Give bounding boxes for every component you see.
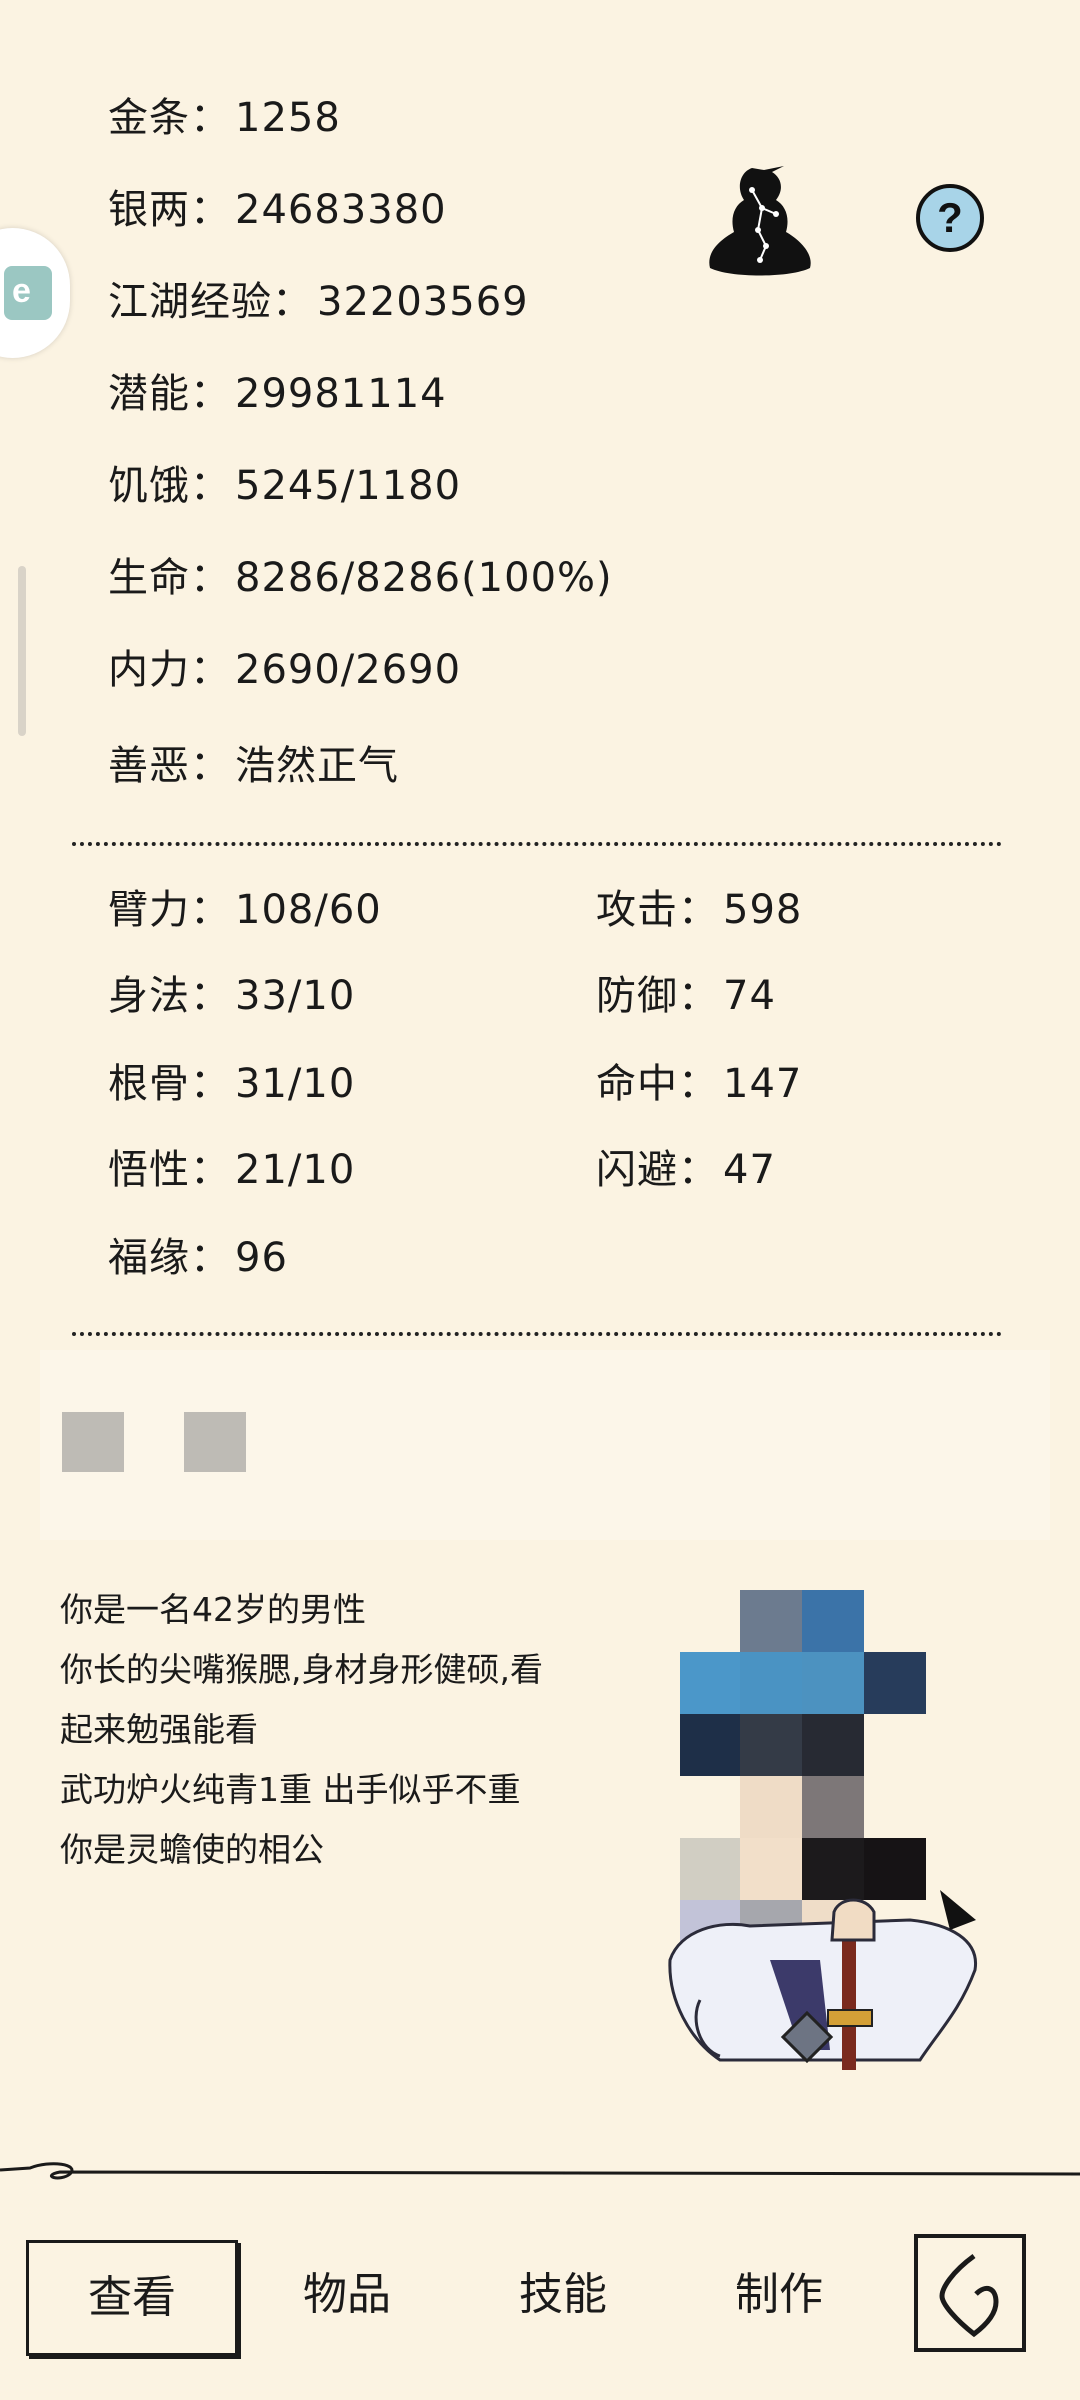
character-description: 你是一名42岁的男性 你长的尖嘴猴腮,身材身形健硕,看 起来勉强能看 武功炉火纯… (60, 1580, 620, 1880)
stat-value: 浩然正气 (235, 743, 399, 789)
stat-label: 内力： (108, 647, 231, 693)
meditation-icon[interactable] (700, 160, 820, 290)
tab-view[interactable]: 查看 (26, 2240, 238, 2356)
stat-label: 江湖经验： (108, 279, 313, 325)
attr-value: 31/10 (235, 1061, 356, 1107)
attr-value: 74 (723, 973, 776, 1019)
brush-divider (0, 2162, 1080, 2180)
attr-label: 身法： (108, 973, 231, 1019)
attr-label: 臂力： (108, 887, 231, 933)
attr-label: 攻击： (596, 887, 719, 933)
attr-label: 闪避： (596, 1147, 719, 1193)
obscured-area (40, 1350, 1050, 1540)
attr-evasion: 闪避： 47 (596, 1142, 776, 1198)
description-line: 起来勉强能看 (60, 1710, 258, 1749)
attr-luck: 福缘： 96 (108, 1230, 288, 1286)
attr-value: 47 (723, 1147, 776, 1193)
attr-constitution: 根骨： 31/10 (108, 1056, 355, 1112)
stat-gold-bars: 金条： 1258 (108, 90, 341, 146)
description-line: 你是灵蟾使的相公 (60, 1830, 324, 1869)
stat-value: 29981114 (235, 371, 447, 417)
attr-label: 根骨： (108, 1061, 231, 1107)
stat-value: 2690/2690 (235, 647, 462, 693)
attr-attack: 攻击： 598 (596, 882, 802, 938)
attr-value: 147 (723, 1061, 803, 1107)
stat-label: 银两： (108, 187, 231, 233)
attr-strength: 臂力： 108/60 (108, 882, 382, 938)
stat-label: 金条： (108, 95, 231, 141)
character-status-screen: e 金条： 1258 银两： 24683380 江湖经验： 32203569 潜能： 2… (0, 0, 1080, 2400)
stat-value: 5245/1180 (235, 463, 462, 509)
attr-value: 21/10 (235, 1147, 356, 1193)
stat-morality: 善恶： 浩然正气 (108, 738, 399, 794)
divider-dotted-2 (72, 1332, 1002, 1336)
stat-label: 善恶： (108, 743, 231, 789)
attr-agility: 身法： 33/10 (108, 968, 355, 1024)
stat-silver: 银两： 24683380 (108, 182, 447, 238)
stat-health: 生命： 8286/8286(100%) (108, 550, 613, 606)
side-floating-badge[interactable]: e (0, 228, 70, 358)
question-mark-icon: ? (937, 194, 963, 241)
help-button[interactable]: ? (914, 182, 986, 254)
tab-items[interactable]: 物品 (272, 2240, 422, 2350)
stat-value: 32203569 (317, 279, 529, 325)
description-line: 武功炉火纯青1重 出手似乎不重 (60, 1770, 521, 1809)
stat-hunger: 饥饿： 5245/1180 (108, 458, 461, 514)
attr-value: 108/60 (235, 887, 382, 933)
attr-label: 福缘： (108, 1235, 231, 1281)
attr-defense: 防御： 74 (596, 968, 776, 1024)
stat-label: 生命： (108, 555, 231, 601)
tab-craft[interactable]: 制作 (704, 2240, 854, 2350)
attr-value: 96 (235, 1235, 288, 1281)
stat-value: 24683380 (235, 187, 447, 233)
stat-experience: 江湖经验： 32203569 (108, 274, 529, 330)
character-portrait[interactable] (660, 1590, 1000, 2080)
stat-inner-power: 内力： 2690/2690 (108, 642, 461, 698)
stat-label: 潜能： (108, 371, 231, 417)
description-line: 你长的尖嘴猴腮,身材身形健硕,看 (60, 1650, 543, 1689)
attr-label: 悟性： (108, 1147, 231, 1193)
scrollbar[interactable] (18, 566, 26, 736)
back-button[interactable] (912, 2232, 1030, 2356)
attr-label: 命中： (596, 1061, 719, 1107)
divider-dotted-1 (72, 842, 1002, 846)
tab-skills[interactable]: 技能 (488, 2240, 638, 2350)
portrait-image (668, 1590, 978, 2070)
stat-potential: 潜能： 29981114 (108, 366, 447, 422)
attr-label: 防御： (596, 973, 719, 1019)
side-badge-icon: e (4, 266, 52, 320)
attr-value: 33/10 (235, 973, 356, 1019)
stat-label: 饥饿： (108, 463, 231, 509)
attr-value: 598 (723, 887, 803, 933)
description-line: 你是一名42岁的男性 (60, 1590, 366, 1629)
stat-value: 8286/8286(100%) (235, 555, 613, 601)
attr-comprehension: 悟性： 21/10 (108, 1142, 355, 1198)
attr-accuracy: 命中： 147 (596, 1056, 802, 1112)
stat-value: 1258 (235, 95, 341, 141)
